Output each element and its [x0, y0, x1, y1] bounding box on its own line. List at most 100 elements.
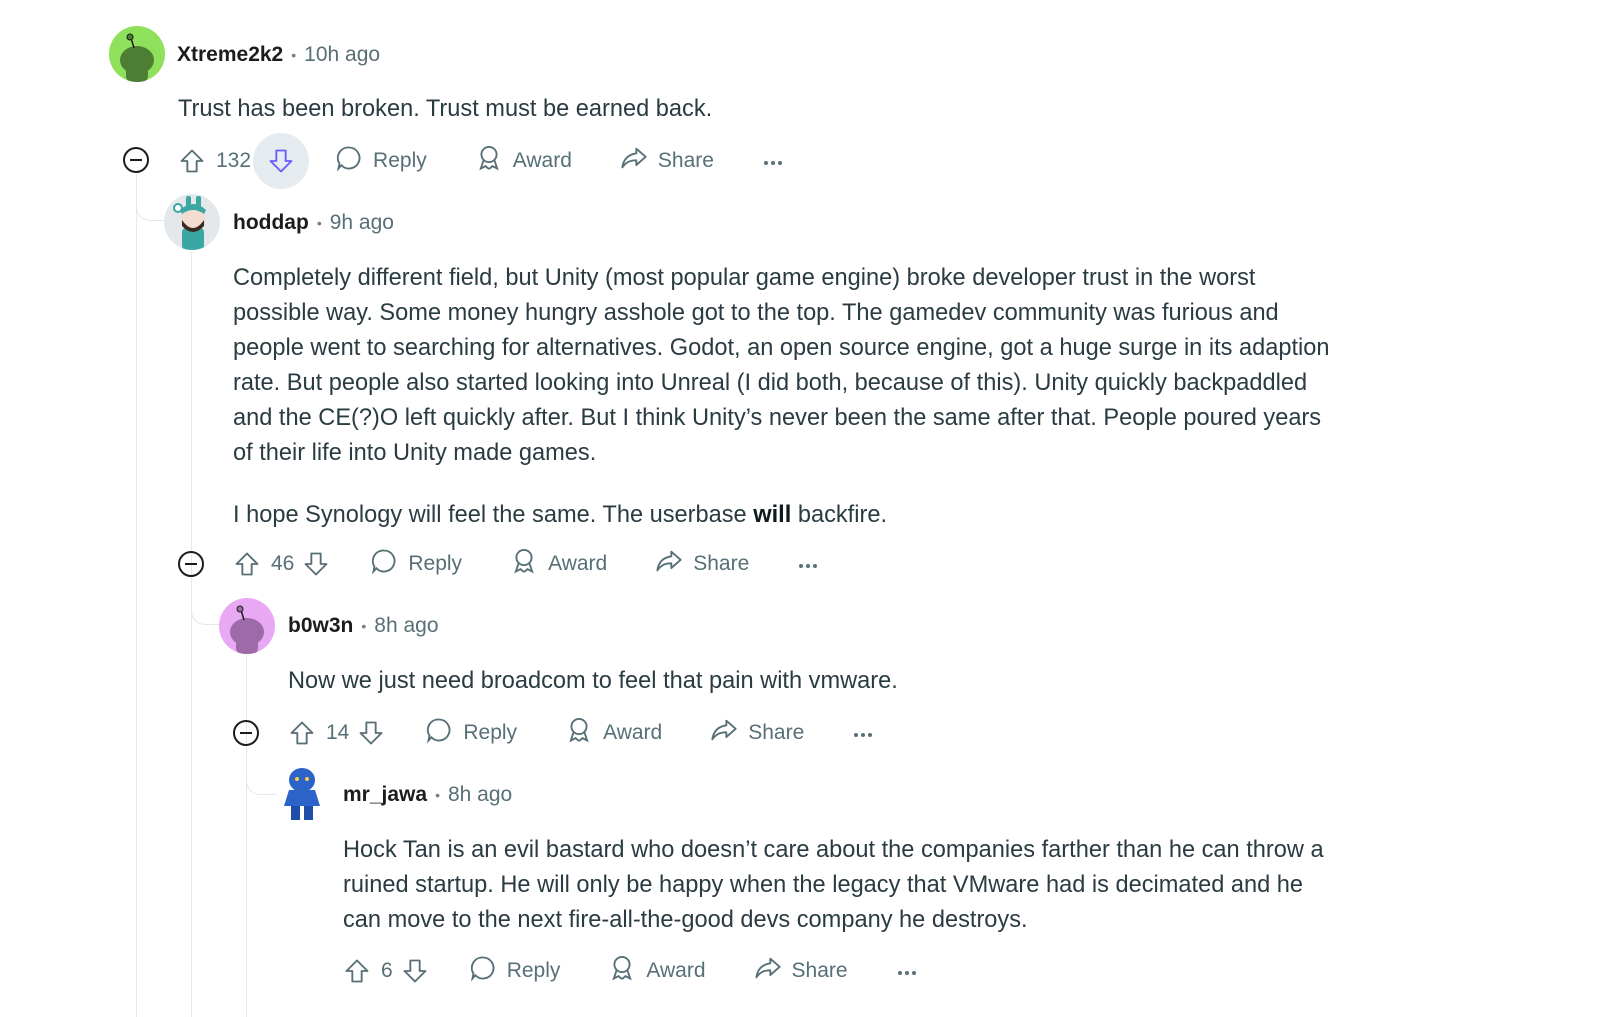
collapse-button[interactable]	[178, 551, 204, 577]
thread-connector	[246, 752, 277, 795]
thread-line-level-3	[246, 655, 247, 1017]
separator-dot: •	[316, 215, 322, 231]
collapse-button[interactable]	[123, 147, 149, 173]
comment-line: Trust has been broken. Trust must be ear…	[178, 96, 713, 122]
more-options-button[interactable]	[852, 721, 874, 745]
award-label: Award	[512, 149, 572, 172]
reply-button[interactable]: Reply	[335, 144, 427, 178]
vote-count: 132	[216, 149, 252, 172]
upvote-icon[interactable]	[282, 713, 322, 753]
comment-body: Now we just need broadcom to feel that p…	[288, 664, 898, 699]
share-label: Share	[657, 149, 714, 172]
bold-text: will	[753, 502, 792, 528]
thread-line-level-1	[136, 174, 137, 1017]
downvote-icon[interactable]	[253, 133, 310, 189]
comment-line: ruined startup. He will only be happy wh…	[343, 872, 1304, 898]
comment-line: and the CE(?)O left quickly after. But I…	[233, 405, 1322, 431]
share-arrow-icon	[754, 954, 782, 988]
comment-bubble-icon	[335, 144, 363, 178]
award-ribbon-icon	[475, 144, 503, 178]
share-arrow-icon	[710, 716, 738, 750]
reply-label: Reply	[373, 149, 427, 172]
thread-connector	[136, 184, 165, 221]
comment-line: people went to searching for alternative…	[233, 335, 1330, 361]
more-options-button[interactable]	[797, 552, 819, 576]
more-dots-icon	[852, 721, 874, 745]
thread-connector	[191, 584, 220, 625]
more-options-button[interactable]	[896, 959, 918, 983]
reply-button[interactable]: Reply	[370, 547, 462, 581]
comment-header: hoddap • 9h ago	[233, 208, 394, 238]
share-label: Share	[791, 959, 848, 982]
share-button[interactable]: Share	[620, 144, 714, 178]
share-button[interactable]: Share	[655, 547, 749, 581]
comment-line: can move to the next fire-all-the-good d…	[343, 907, 1028, 933]
avatar[interactable]	[109, 26, 165, 82]
upvote-icon[interactable]	[337, 951, 377, 991]
comment-header: b0w3n • 8h ago	[288, 611, 439, 641]
comment-body: Trust has been broken. Trust must be ear…	[178, 92, 712, 127]
text-segment: backfire.	[791, 502, 888, 528]
award-button[interactable]: Award	[510, 547, 607, 581]
comment-line: Completely different field, but Unity (m…	[233, 265, 1256, 291]
reply-label: Reply	[506, 959, 561, 982]
timestamp[interactable]: 10h ago	[304, 43, 380, 67]
avatar[interactable]	[219, 598, 275, 654]
comment-line: of their life into Unity made games.	[233, 440, 597, 466]
award-label: Award	[548, 552, 608, 575]
comment-line: Now we just need broadcom to feel that p…	[288, 668, 898, 694]
comment-actions: 46 Reply Award Share	[227, 541, 819, 587]
reply-button[interactable]: Reply	[425, 716, 517, 750]
award-label: Award	[603, 721, 663, 744]
avatar[interactable]	[164, 194, 220, 250]
comment-line: I hope Synology will feel the same. The …	[233, 498, 1330, 533]
award-label: Award	[646, 959, 706, 982]
username[interactable]: Xtreme2k2	[177, 43, 283, 67]
timestamp[interactable]: 9h ago	[330, 211, 394, 235]
comment-line: rate. But people also started looking in…	[233, 370, 1308, 396]
share-arrow-icon	[620, 144, 648, 178]
vote-count: 6	[381, 959, 393, 982]
share-arrow-icon	[655, 547, 683, 581]
downvote-icon[interactable]	[351, 713, 391, 753]
separator-dot: •	[361, 618, 367, 634]
award-button[interactable]: Award	[565, 716, 662, 750]
upvote-icon[interactable]	[172, 141, 212, 181]
comment-line: Hock Tan is an evil bastard who doesn’t …	[343, 837, 1324, 863]
award-ribbon-icon	[510, 547, 538, 581]
reply-label: Reply	[408, 552, 463, 575]
more-dots-icon	[797, 552, 819, 576]
username[interactable]: b0w3n	[288, 614, 353, 638]
downvote-icon[interactable]	[296, 544, 336, 584]
reply-button[interactable]: Reply	[469, 954, 561, 988]
timestamp[interactable]: 8h ago	[374, 614, 438, 638]
timestamp[interactable]: 8h ago	[448, 783, 512, 807]
comment-body: Completely different field, but Unity (m…	[233, 261, 1330, 533]
collapse-button[interactable]	[233, 720, 259, 746]
text-segment: I hope Synology will feel the same. The …	[233, 502, 754, 528]
separator-dot: •	[291, 47, 297, 63]
thread-line-level-2	[191, 252, 192, 1017]
vote-count: 14	[326, 721, 350, 744]
separator-dot: •	[435, 787, 440, 803]
username[interactable]: mr_jawa	[343, 783, 427, 807]
comment-body: Hock Tan is an evil bastard who doesn’t …	[343, 833, 1324, 938]
more-options-button[interactable]	[762, 149, 784, 173]
vote-count: 46	[271, 552, 295, 575]
award-button[interactable]: Award	[608, 954, 706, 988]
reply-label: Reply	[463, 721, 518, 744]
upvote-icon[interactable]	[227, 544, 267, 584]
comment-bubble-icon	[469, 954, 497, 988]
comment-actions: 6 Reply Award Share	[337, 948, 918, 994]
comment-actions: 132 Reply Award Share	[172, 133, 784, 189]
more-dots-icon	[762, 149, 784, 173]
comment-header: mr_jawa • 8h ago	[343, 780, 512, 810]
award-button[interactable]: Award	[475, 144, 572, 178]
share-button[interactable]: Share	[710, 716, 804, 750]
avatar[interactable]	[274, 766, 330, 822]
share-button[interactable]: Share	[754, 954, 848, 988]
comment-header: Xtreme2k2 • 10h ago	[177, 40, 380, 70]
downvote-icon[interactable]	[395, 951, 435, 991]
comment-actions: 14 Reply Award Share	[282, 710, 874, 756]
username[interactable]: hoddap	[233, 211, 309, 235]
